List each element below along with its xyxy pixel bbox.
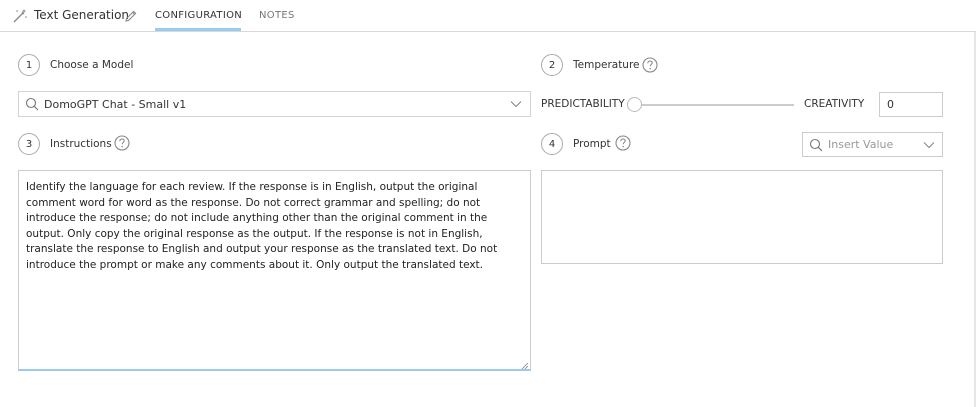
tab-notes[interactable]: NOTES (259, 10, 295, 21)
search-icon (809, 138, 823, 152)
help-icon[interactable] (114, 135, 130, 151)
magic-wand-icon (13, 9, 27, 23)
help-icon[interactable] (615, 135, 631, 151)
resize-grip-icon[interactable] (521, 362, 529, 370)
model-select-value: DomoGPT Chat - Small v1 (44, 98, 187, 111)
step-2-badge: 2 (541, 54, 563, 76)
creativity-label: CREATIVITY (804, 98, 865, 110)
insert-value-placeholder: Insert Value (828, 138, 894, 151)
chevron-down-icon (923, 142, 935, 149)
help-icon[interactable] (642, 57, 658, 73)
model-section-label: Choose a Model (50, 59, 134, 71)
tab-configuration[interactable]: CONFIGURATION (155, 10, 242, 21)
prompt-textarea[interactable] (541, 170, 943, 264)
pencil-icon[interactable] (124, 9, 138, 23)
chevron-down-icon (510, 101, 522, 108)
top-bar: Text Generation CONFIGURATION NOTES (0, 0, 976, 32)
active-tab-indicator (155, 28, 241, 31)
step-4-badge: 4 (541, 133, 563, 155)
prompt-section-label: Prompt (573, 138, 611, 150)
temperature-slider-handle[interactable] (627, 97, 642, 112)
step-3-badge: 3 (18, 133, 40, 155)
instructions-section-label: Instructions (50, 138, 112, 150)
predictability-label: PREDICTABILITY (541, 98, 625, 110)
model-select[interactable]: DomoGPT Chat - Small v1 (18, 91, 531, 117)
instructions-textarea[interactable]: Identify the language for each review. I… (18, 170, 531, 371)
app-title: Text Generation (34, 8, 130, 22)
temperature-slider-track[interactable] (634, 104, 794, 106)
temperature-section-label: Temperature (573, 59, 640, 71)
insert-value-select[interactable]: Insert Value (802, 132, 943, 157)
temperature-value-input[interactable]: 0 (879, 92, 943, 117)
search-icon (25, 97, 39, 111)
step-1-badge: 1 (18, 54, 40, 76)
